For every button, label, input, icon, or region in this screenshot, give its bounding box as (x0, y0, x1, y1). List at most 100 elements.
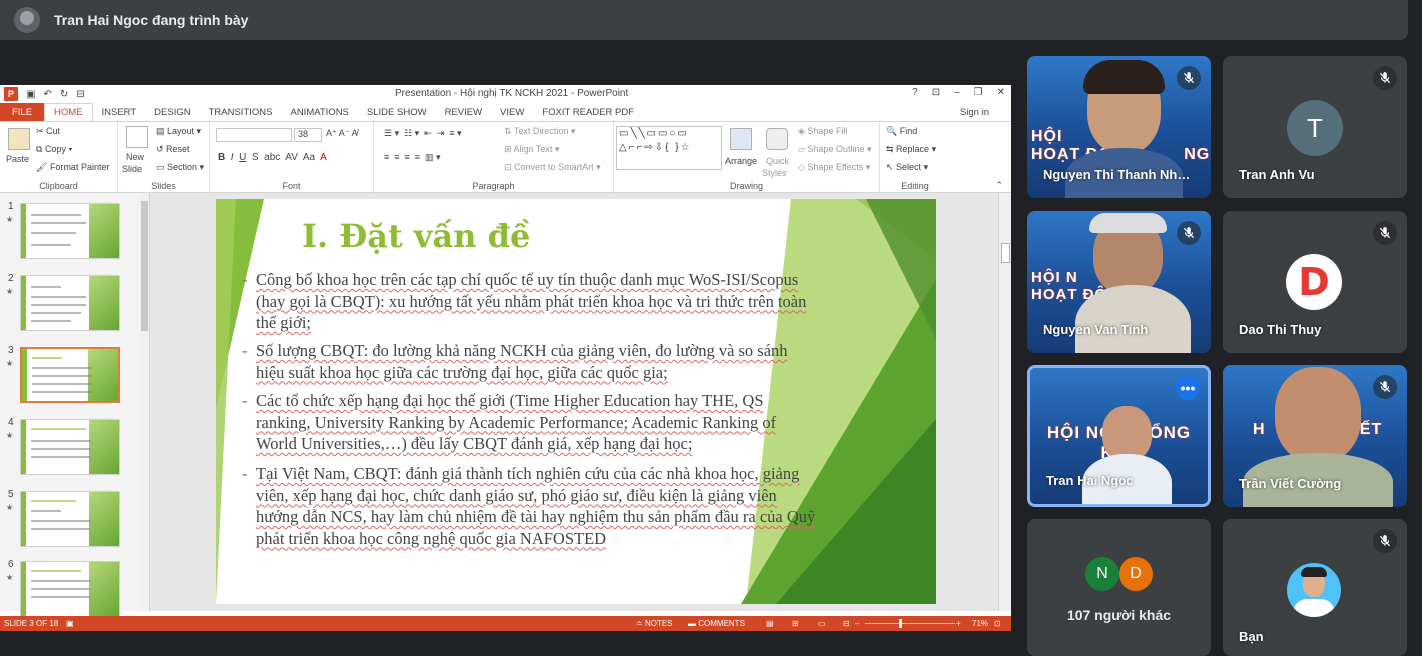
slide-bullet-1[interactable]: Công bố khoa học trên các tạp chí quốc t… (242, 269, 816, 334)
slide-bullet-4[interactable]: Tại Việt Nam, CBQT: đánh giá thành tích … (242, 463, 816, 549)
ribbon-display-icon[interactable]: ⊡ (932, 87, 940, 98)
align-text-button[interactable]: ⊞ Align Text ▾ (504, 144, 559, 155)
tab-review[interactable]: REVIEW (436, 107, 491, 118)
align-icons[interactable]: ≡ ≡ ≡ ≡ ▥ ▾ (384, 152, 441, 163)
cut-button[interactable]: ✂ Cut (36, 126, 60, 137)
tab-slide-show[interactable]: SLIDE SHOW (358, 107, 436, 118)
notes-button[interactable]: ≐ NOTES (636, 619, 673, 628)
scroll-thumb[interactable] (1001, 243, 1010, 263)
tab-foxit[interactable]: FOXIT READER PDF (533, 107, 643, 118)
slide-sorter-icon[interactable]: ⊞ (792, 619, 799, 628)
tab-transitions[interactable]: TRANSITIONS (200, 107, 282, 118)
font-name-box[interactable] (216, 128, 292, 142)
participant-tile-active[interactable]: HỘI NGHỊ TỔNG KẾT ••• Tran Hai Ngoc (1027, 365, 1211, 507)
list-icons[interactable]: ☰ ▾ ☷ ▾ ⇤ ⇥ ≡ ▾ (384, 128, 462, 139)
tab-animations[interactable]: ANIMATIONS (281, 107, 357, 118)
thumbnail-4[interactable]: 4 ★ (0, 417, 140, 481)
shape-outline-button[interactable]: ▱ Shape Outline ▾ (798, 144, 872, 155)
transition-icon: ★ (6, 215, 14, 224)
participant-tile[interactable]: HỘIHOẠT ĐỘN NG Nguyen Thi Thanh Nh… (1027, 56, 1211, 198)
participant-tile[interactable]: H KẾT Trần Viết Cường (1223, 365, 1407, 507)
close-icon[interactable]: ✕ (997, 87, 1005, 98)
redo-icon[interactable]: ↻ (60, 89, 68, 100)
shapes-gallery[interactable]: ▭╲╲▭▭○▭ △⌐⌐⇨⇩{ }☆ (616, 126, 722, 170)
reset-button[interactable]: ↺ Reset (156, 144, 190, 155)
tab-file[interactable]: FILE (0, 103, 44, 121)
thumbnail-1[interactable]: 1 ★ (0, 201, 140, 265)
slide-scrollbar[interactable] (998, 193, 1011, 611)
collapse-ribbon-icon[interactable]: ⌃ (995, 180, 1003, 191)
thumbnail-2[interactable]: 2 ★ (0, 273, 140, 337)
minimize-icon[interactable]: – (954, 87, 960, 98)
thumbnail-6[interactable]: 6 ★ (0, 559, 140, 623)
mic-off-icon (1177, 66, 1201, 90)
thumbnail-scrollbar[interactable] (140, 193, 149, 611)
shape-fill-button[interactable]: ◈ Shape Fill (798, 126, 847, 137)
format-painter-button[interactable]: 🖌 Format Painter (36, 162, 109, 173)
font-format-icons[interactable]: B I U S abc AV Aa A (218, 152, 327, 163)
thumbnail-5[interactable]: 5 ★ (0, 489, 140, 553)
paste-button[interactable]: Paste (6, 154, 29, 164)
slide-title[interactable]: I. Đặt vấn đề (302, 217, 530, 255)
help-icon[interactable]: ? (912, 87, 918, 98)
font-size-box[interactable]: 38 (294, 128, 322, 142)
normal-view-icon[interactable]: ▤ (766, 619, 774, 628)
undo-icon[interactable]: ↶ (43, 89, 51, 100)
clipboard-group: Paste ✂ Cut ⧉ Copy ▾ 🖌 Format Painter Cl… (0, 122, 118, 194)
current-slide[interactable]: I. Đặt vấn đề Công bố khoa học trên các … (216, 199, 936, 604)
replace-button[interactable]: ⇆ Replace ▾ (886, 144, 936, 155)
other-participants-tile[interactable]: N D 107 người khác (1027, 519, 1211, 656)
new-slide-icon[interactable] (126, 126, 148, 148)
tab-home[interactable]: HOME (44, 103, 93, 121)
section-button[interactable]: ▭ Section ▾ (156, 162, 204, 173)
more-options-icon[interactable]: ••• (1176, 376, 1200, 400)
zoom-out-icon[interactable]: – (855, 619, 859, 628)
layout-button[interactable]: ▤ Layout ▾ (156, 126, 201, 137)
participant-tile[interactable]: D Dao Thi Thuy (1223, 211, 1407, 353)
quick-styles-label-1[interactable]: Quick (766, 156, 789, 166)
participant-name: Tran Anh Vu (1239, 167, 1315, 182)
copy-button[interactable]: ⧉ Copy ▾ (36, 144, 72, 155)
zoom-level[interactable]: 71% (972, 619, 988, 628)
reading-view-icon[interactable]: ▭ (818, 619, 826, 628)
new-slide-label-1[interactable]: New (126, 152, 144, 162)
sign-in-link[interactable]: Sign in (960, 107, 989, 118)
restore-icon[interactable]: ❐ (974, 87, 983, 98)
scroll-thumb[interactable] (141, 201, 148, 331)
font-group-label: Font (282, 181, 301, 191)
participant-tile[interactable]: T Tran Anh Vu (1223, 56, 1407, 198)
paste-icon[interactable] (8, 128, 30, 150)
select-button[interactable]: ↖ Select ▾ (886, 162, 928, 173)
slide-bullet-3[interactable]: Các tổ chức xếp hạng đại học thế giới (T… (242, 390, 816, 455)
zoom-knob[interactable] (899, 619, 902, 628)
arrange-button[interactable]: Arrange (725, 156, 757, 166)
quick-styles-icon[interactable] (766, 128, 788, 150)
zoom-in-icon[interactable]: + (956, 619, 961, 628)
comments-button[interactable]: ▬ COMMENTS (688, 619, 745, 628)
participant-name: Nguyen Van Tinh (1043, 322, 1149, 337)
shape-effects-button[interactable]: ◇ Shape Effects ▾ (798, 162, 870, 173)
avatar: T (1287, 100, 1343, 156)
quick-styles-label-2[interactable]: Styles (762, 168, 787, 178)
present-icon[interactable]: ⊟ (76, 89, 84, 100)
grow-font-icon[interactable]: A⁺ A⁻ A̸ (326, 128, 358, 139)
zoom-slider[interactable] (865, 619, 955, 628)
transition-icon: ★ (6, 287, 14, 296)
fit-slide-icon[interactable]: ⊡ (994, 619, 1001, 628)
convert-smartart-button[interactable]: ⊡ Convert to SmartArt ▾ (504, 162, 601, 173)
self-tile[interactable]: Bạn (1223, 519, 1407, 656)
participant-tile[interactable]: HỘI N HOẠT ĐỘN Nguyen Van Tinh (1027, 211, 1211, 353)
find-button[interactable]: 🔍 Find (886, 126, 917, 137)
arrange-icon[interactable] (730, 128, 752, 150)
tab-design[interactable]: DESIGN (145, 107, 199, 118)
save-icon[interactable]: ▣ (26, 89, 35, 100)
thumbnail-3[interactable]: 3 ★ (0, 345, 140, 409)
slideshow-icon[interactable]: ⊟ (843, 619, 850, 628)
avatar (1287, 563, 1341, 617)
new-slide-label-2[interactable]: Slide (122, 164, 142, 174)
spell-check-icon[interactable]: ▣ (66, 619, 74, 628)
text-direction-button[interactable]: ⇅ Text Direction ▾ (504, 126, 575, 137)
slide-bullet-2[interactable]: Số lượng CBQT: đo lường khả năng NCKH củ… (242, 340, 816, 383)
tab-view[interactable]: VIEW (491, 107, 533, 118)
tab-insert[interactable]: INSERT (93, 107, 146, 118)
